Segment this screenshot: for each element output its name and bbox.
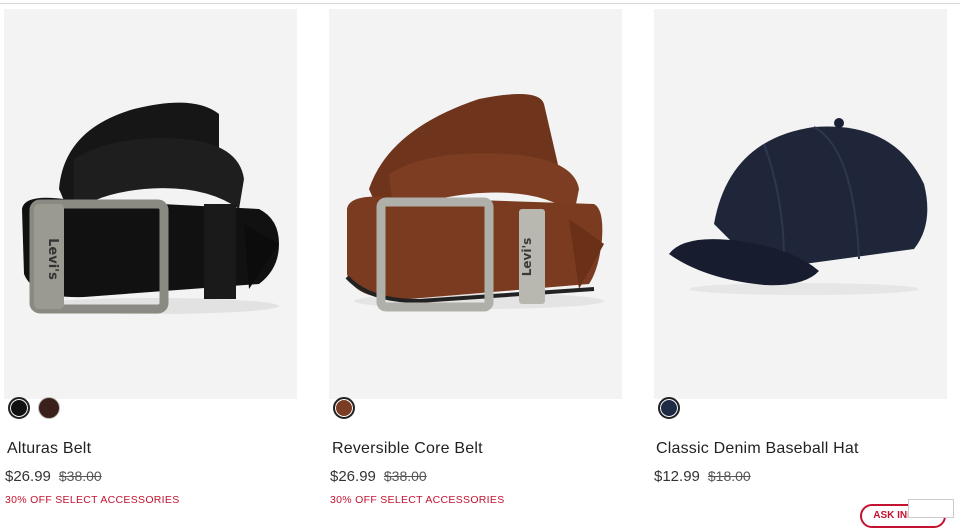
- sale-price: $26.99: [5, 468, 51, 485]
- product-name[interactable]: Classic Denim Baseball Hat: [656, 440, 859, 458]
- product-name[interactable]: Alturas Belt: [7, 440, 91, 458]
- sale-price: $26.99: [330, 468, 376, 485]
- original-price: $18.00: [707, 468, 751, 484]
- color-swatches: [8, 397, 60, 423]
- product-image-denim-hat[interactable]: [654, 9, 947, 399]
- promo-text: 30% OFF SELECT ACCESSORIES: [5, 494, 180, 506]
- swatch-black[interactable]: [8, 397, 30, 419]
- scroll-to-top-button[interactable]: [908, 499, 954, 518]
- product-price: $12.99 $18.00: [654, 468, 751, 485]
- product-price: $26.99 $38.00: [5, 468, 102, 485]
- levis-logo-text: Levi's: [45, 238, 60, 280]
- sale-price: $12.99: [654, 468, 700, 485]
- color-swatches: [333, 397, 355, 423]
- product-name[interactable]: Reversible Core Belt: [332, 440, 483, 458]
- product-image-brown-belt[interactable]: Levi's: [329, 9, 622, 399]
- product-card-alturas-belt: Levi's: [4, 9, 297, 399]
- product-card-reversible-core-belt: Levi's: [329, 9, 622, 399]
- original-price: $38.00: [58, 468, 102, 484]
- swatch-navy[interactable]: [658, 397, 680, 419]
- product-price: $26.99 $38.00: [330, 468, 427, 485]
- top-divider: [0, 3, 960, 4]
- product-card-classic-denim-baseball-hat: [654, 9, 947, 399]
- product-image-black-belt[interactable]: Levi's: [4, 9, 297, 399]
- swatch-brown[interactable]: [333, 397, 355, 419]
- original-price: $38.00: [383, 468, 427, 484]
- swatch-brown[interactable]: [38, 397, 60, 419]
- color-swatches: [658, 397, 680, 423]
- promo-text: 30% OFF SELECT ACCESSORIES: [330, 494, 505, 506]
- levis-logo-text: Levi's: [520, 238, 534, 277]
